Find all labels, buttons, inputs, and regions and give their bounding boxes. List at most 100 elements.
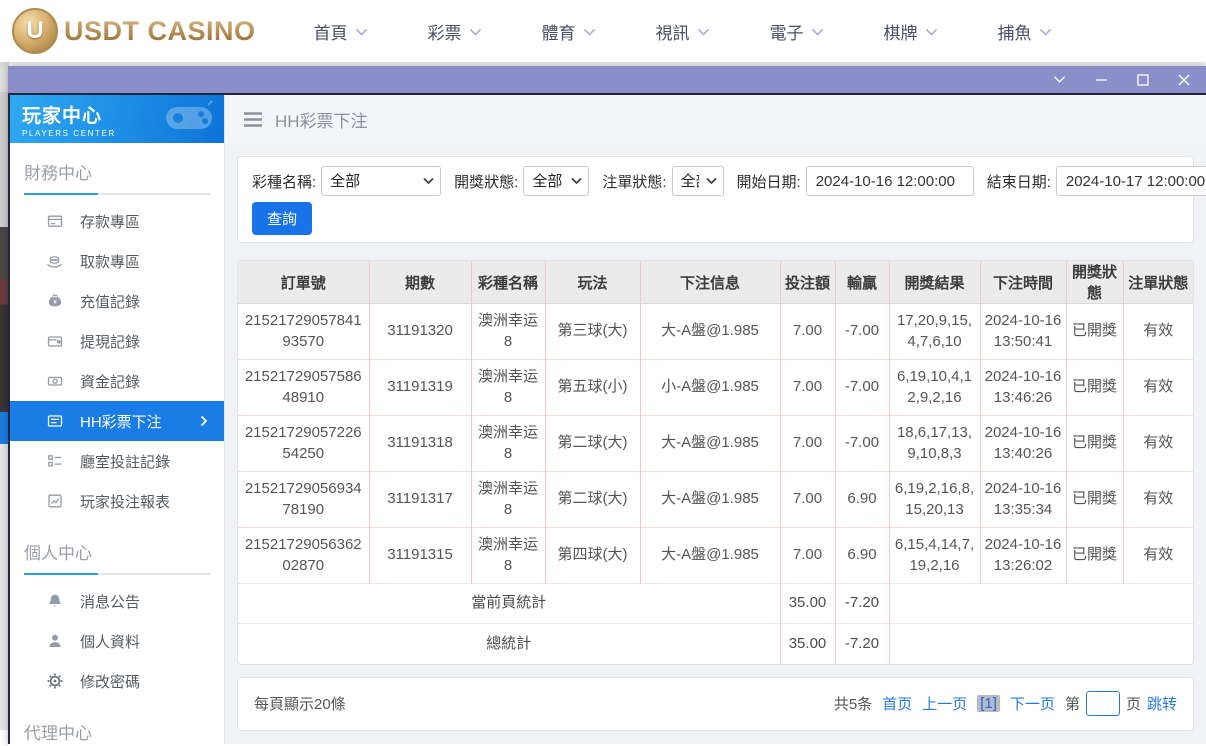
sidebar: 玩家中心 PLAYERS CENTER 財務中心 存款專區 取款專區 ¥ 充值記錄 提現記… (10, 95, 225, 744)
site-logo[interactable]: U USDT CASINO (12, 8, 256, 54)
section-underline (24, 573, 210, 575)
nav-item-7[interactable]: 捕魚 (998, 19, 1052, 44)
table-cell: 有效 (1122, 359, 1193, 416)
nav-item-6[interactable]: 棋牌 (884, 19, 938, 44)
query-button[interactable]: 查詢 (252, 202, 313, 235)
sidebar-item-個人資料[interactable]: 個人資料 (10, 621, 224, 661)
chevron-down-icon (811, 28, 824, 37)
summary-empty-cell (888, 623, 1193, 664)
window-body: 玩家中心 PLAYERS CENTER 財務中心 存款專區 取款專區 ¥ 充值記錄 提現記… (8, 95, 1206, 744)
gear-icon (46, 673, 63, 689)
sidebar-item-list: 存款專區 取款專區 ¥ 充值記錄 提現記錄 資金記錄 HH彩票下注 廳室投註記錄 玩家投注報表 (10, 195, 224, 523)
table-row: 2152172905693478190 31191317 澳洲幸运8 第二球(大) 大-… (238, 471, 1193, 528)
table-cell: 6.90 (834, 471, 889, 528)
sidebar-item-HH彩票下注[interactable]: HH彩票下注 (10, 401, 224, 441)
page-jump-input[interactable] (1085, 691, 1120, 716)
checklist-icon (46, 453, 63, 469)
sidebar-item-label: 消息公告 (80, 593, 141, 611)
column-header-7: 輸贏 (834, 261, 889, 304)
table-cell: 大-A盤@1.985 (639, 527, 780, 584)
sidebar-item-list: 消息公告個人資料 修改密碼 (10, 575, 224, 703)
start-date-label: 開始日期: (736, 173, 801, 191)
summary-empty-cell (888, 583, 1193, 624)
sidebar-item-廳室投註記錄[interactable]: 廳室投註記錄 (10, 441, 224, 481)
start-date-input[interactable] (805, 166, 974, 196)
lottery-name-select[interactable]: 全部 (321, 166, 442, 196)
end-date-label: 結束日期: (986, 173, 1051, 191)
wallet-icon (46, 333, 63, 349)
column-header-2: 期數 (368, 261, 471, 304)
table-cell: 2024-10-16 13:46:26 (979, 359, 1066, 416)
section-underline (24, 193, 210, 195)
column-header-1: 訂單號 (238, 261, 369, 304)
jump-suffix-text: 页 (1125, 696, 1141, 713)
sidebar-item-消息公告[interactable]: 消息公告 (10, 581, 224, 621)
table-cell: 31191315 (368, 527, 471, 584)
table-row: 2152172905636202870 31191315 澳洲幸运8 第四球(大) 大-… (238, 527, 1193, 584)
table-cell: 有效 (1122, 303, 1193, 360)
table-cell: 2152172905784193570 (244, 312, 362, 350)
sidebar-section-label: 個人中心 (24, 544, 92, 563)
sidebar-item-玩家投注報表[interactable]: 玩家投注報表 (10, 481, 224, 521)
table-cell: 已開獎 (1065, 359, 1123, 416)
sidebar-item-提現記錄[interactable]: 提現記錄 (10, 321, 224, 361)
window-dropdown-icon[interactable] (1053, 75, 1066, 84)
person-icon (46, 633, 63, 649)
nav-item-label: 彩票 (427, 23, 462, 43)
nav-item-3[interactable]: 體育 (542, 19, 596, 44)
logo-text: USDT CASINO (64, 15, 256, 46)
order-status-select[interactable]: 全部 (671, 166, 724, 196)
jump-button[interactable]: 跳转 (1147, 693, 1177, 714)
chevron-down-icon (1039, 28, 1052, 37)
money-coin-icon (46, 373, 63, 389)
summary-winloss-total: -7.20 (834, 583, 889, 624)
summary-bet-total: 35.00 (779, 623, 835, 664)
table-cell: 澳洲幸运8 (470, 415, 545, 472)
sidebar-item-存款專區[interactable]: 存款專區 (10, 201, 224, 241)
table-cell: 有效 (1122, 415, 1193, 472)
table-cell: 大-A盤@1.985 (639, 471, 780, 528)
column-header-6: 投注額 (779, 261, 835, 304)
first-page-link[interactable]: 首页 (882, 693, 912, 714)
table-cell: 7.00 (779, 359, 835, 416)
nav-item-4[interactable]: 視訊 (656, 19, 710, 44)
chevron-down-icon (583, 28, 596, 37)
column-header-5: 下注信息 (639, 261, 780, 304)
menu-toggle-icon[interactable] (243, 111, 263, 127)
order-status-filter: 注單狀態: 全部 (602, 166, 724, 196)
table-cell: 6.90 (834, 527, 889, 584)
table-cell: 6,19,10,4,12,9,2,16 (888, 359, 980, 416)
table-cell: 第三球(大) (544, 303, 640, 360)
window-maximize-button[interactable] (1137, 73, 1149, 86)
sidebar-item-充值記錄[interactable]: ¥ 充值記錄 (10, 281, 224, 321)
nav-item-1[interactable]: 首頁 (314, 19, 368, 44)
window-close-button[interactable] (1178, 74, 1190, 86)
main-content: HH彩票下注 彩種名稱: 全部 開獎狀態: 全部 注單狀態: 全部 開始日期: … (225, 95, 1206, 744)
nav-item-label: 首頁 (313, 23, 348, 43)
current-page[interactable]: [1] (977, 695, 1000, 712)
sidebar-section-label: 財務中心 (24, 164, 92, 183)
nav-item-2[interactable]: 彩票 (428, 19, 482, 44)
draw-status-select[interactable]: 全部 (523, 166, 590, 196)
end-date-input[interactable] (1055, 166, 1206, 196)
deposit-card-icon (46, 213, 63, 229)
sidebar-item-修改密碼[interactable]: 修改密碼 (10, 661, 224, 701)
table-cell: 2024-10-16 13:40:26 (979, 415, 1066, 472)
page-size-text: 每頁顯示20條 (254, 696, 346, 713)
jump-prefix-text: 第 (1064, 696, 1080, 713)
column-header-8: 開獎結果 (888, 261, 980, 304)
prev-page-link[interactable]: 上一页 (922, 693, 967, 714)
window-titlebar (8, 66, 1206, 95)
table-cell: 第二球(大) (544, 471, 640, 528)
nav-item-5[interactable]: 電子 (770, 19, 824, 44)
table-cell: 2152172905722654250 (238, 415, 369, 472)
table-header-row: 訂單號 期數 彩種名稱 玩法 下注信息 投注額 輸贏 開獎結果 下注時間 開獎狀態 注單狀態 (238, 261, 1193, 304)
next-page-link[interactable]: 下一页 (1010, 693, 1055, 714)
sidebar-item-取款專區[interactable]: 取款專區 (10, 241, 224, 281)
window-minimize-button[interactable] (1095, 75, 1108, 84)
table-cell: 6,15,4,14,7,19,2,16 (888, 527, 980, 584)
withdraw-hand-icon (46, 253, 63, 269)
sidebar-item-資金記錄[interactable]: 資金記錄 (10, 361, 224, 401)
draw-status-filter: 開獎狀態: 全部 (454, 166, 590, 196)
summary-label: 總統計 (238, 623, 780, 664)
